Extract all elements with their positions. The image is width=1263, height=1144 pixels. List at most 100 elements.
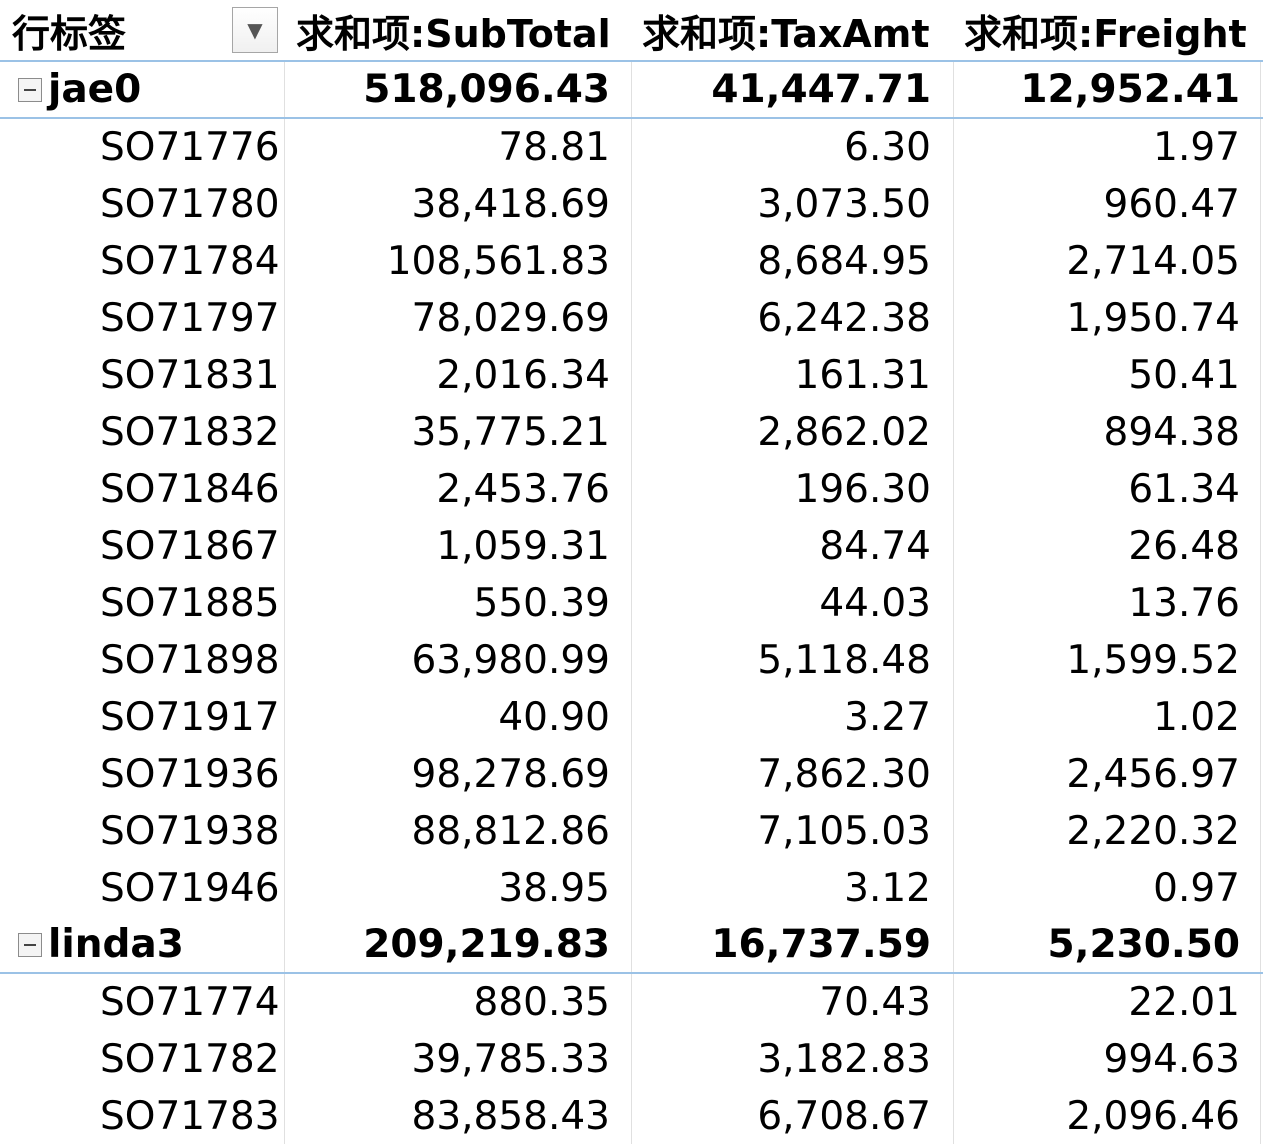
table-row[interactable]: SO71774 880.35 70.43 22.01 — [0, 974, 1263, 1031]
tax-cell[interactable]: 161.31 — [632, 347, 931, 404]
table-row[interactable]: SO71885 550.39 44.03 13.76 — [0, 575, 1263, 632]
freight-cell[interactable]: 2,456.97 — [954, 746, 1240, 803]
freight-cell[interactable]: 1,950.74 — [954, 290, 1240, 347]
subtotal-cell[interactable]: 98,278.69 — [284, 746, 611, 803]
subtotal-cell[interactable]: 78.81 — [284, 119, 610, 176]
subtotal-cell[interactable]: 38.95 — [284, 860, 610, 917]
freight-cell[interactable]: 26.48 — [954, 518, 1240, 575]
tax-cell[interactable]: 70.43 — [632, 974, 931, 1031]
table-row[interactable]: SO71782 39,785.33 3,182.83 994.63 — [0, 1031, 1263, 1088]
table-row[interactable]: SO71898 63,980.99 5,118.48 1,599.52 — [0, 632, 1263, 689]
tax-cell[interactable]: 6.30 — [632, 119, 931, 176]
freight-cell[interactable]: 894.38 — [954, 404, 1240, 461]
freight-cell[interactable]: 2,714.05 — [954, 233, 1240, 290]
subtotal-cell[interactable]: 2,453.76 — [284, 461, 610, 518]
subtotal-cell[interactable]: 78,029.69 — [284, 290, 611, 347]
freight-cell[interactable]: 960.47 — [954, 176, 1240, 233]
group-freight-cell[interactable]: 12,952.41 — [954, 62, 1240, 117]
group-freight-cell[interactable]: 5,230.50 — [954, 917, 1240, 972]
tax-cell[interactable]: 7,105.03 — [632, 803, 931, 860]
table-row[interactable]: SO71784 108,561.83 8,684.95 2,714.05 — [0, 233, 1263, 290]
order-id-cell[interactable]: SO71831 — [100, 347, 280, 404]
tax-cell[interactable]: 2,862.02 — [632, 404, 931, 461]
tax-cell[interactable]: 3.12 — [632, 860, 931, 917]
freight-cell[interactable]: 50.41 — [954, 347, 1240, 404]
order-id-cell[interactable]: SO71917 — [100, 689, 280, 746]
table-row[interactable]: SO71832 35,775.21 2,862.02 894.38 — [0, 404, 1263, 461]
subtotal-cell[interactable]: 2,016.34 — [284, 347, 610, 404]
group-row[interactable]: jae0 518,096.43 41,447.71 12,952.41 — [0, 62, 1263, 119]
order-id-cell[interactable]: SO71782 — [100, 1031, 280, 1088]
collapse-icon[interactable] — [18, 77, 42, 102]
group-tax-cell[interactable]: 41,447.71 — [632, 62, 931, 117]
table-row[interactable]: SO71938 88,812.86 7,105.03 2,220.32 — [0, 803, 1263, 860]
freight-cell[interactable]: 13.76 — [954, 575, 1240, 632]
table-row[interactable]: SO71846 2,453.76 196.30 61.34 — [0, 461, 1263, 518]
order-id-cell[interactable]: SO71885 — [100, 575, 280, 632]
freight-cell[interactable]: 994.63 — [954, 1031, 1240, 1088]
freight-cell[interactable]: 1,599.52 — [954, 632, 1240, 689]
table-row[interactable]: SO71797 78,029.69 6,242.38 1,950.74 — [0, 290, 1263, 347]
freight-cell[interactable]: 0.97 — [954, 860, 1240, 917]
freight-cell[interactable]: 1.97 — [954, 119, 1240, 176]
order-id-cell[interactable]: SO71774 — [100, 974, 280, 1031]
freight-cell[interactable]: 2,096.46 — [954, 1088, 1240, 1144]
order-id-cell[interactable]: SO71784 — [100, 233, 280, 290]
freight-cell[interactable]: 1.02 — [954, 689, 1240, 746]
tax-cell[interactable]: 196.30 — [632, 461, 931, 518]
subtotal-header[interactable]: 求和项:SubTotal — [296, 0, 622, 60]
order-id-cell[interactable]: SO71832 — [100, 404, 280, 461]
order-id-cell[interactable]: SO71783 — [100, 1088, 280, 1144]
group-label-cell[interactable]: linda3 — [12, 917, 280, 972]
subtotal-cell[interactable]: 35,775.21 — [284, 404, 611, 461]
order-id-cell[interactable]: SO71946 — [100, 860, 280, 917]
order-id-cell[interactable]: SO71938 — [100, 803, 280, 860]
group-label-cell[interactable]: jae0 — [12, 62, 280, 117]
tax-cell[interactable]: 3,182.83 — [632, 1031, 931, 1088]
freight-cell[interactable]: 61.34 — [954, 461, 1240, 518]
subtotal-cell[interactable]: 39,785.33 — [284, 1031, 611, 1088]
table-row[interactable]: SO71936 98,278.69 7,862.30 2,456.97 — [0, 746, 1263, 803]
subtotal-cell[interactable]: 83,858.43 — [284, 1088, 611, 1144]
order-id-cell[interactable]: SO71780 — [100, 176, 280, 233]
order-id-cell[interactable]: SO71797 — [100, 290, 280, 347]
subtotal-cell[interactable]: 108,561.83 — [284, 233, 610, 290]
tax-cell[interactable]: 5,118.48 — [632, 632, 931, 689]
tax-cell[interactable]: 3.27 — [632, 689, 931, 746]
taxamt-header[interactable]: 求和项:TaxAmt — [642, 0, 941, 60]
subtotal-cell[interactable]: 1,059.31 — [284, 518, 610, 575]
table-row[interactable]: SO71783 83,858.43 6,708.67 2,096.46 — [0, 1088, 1263, 1144]
group-subtotal-cell[interactable]: 209,219.83 — [284, 917, 610, 972]
tax-cell[interactable]: 8,684.95 — [632, 233, 931, 290]
table-row[interactable]: SO71867 1,059.31 84.74 26.48 — [0, 518, 1263, 575]
tax-cell[interactable]: 3,073.50 — [632, 176, 931, 233]
subtotal-cell[interactable]: 550.39 — [284, 575, 610, 632]
table-row[interactable]: SO71780 38,418.69 3,073.50 960.47 — [0, 176, 1263, 233]
order-id-cell[interactable]: SO71936 — [100, 746, 280, 803]
table-row[interactable]: SO71917 40.90 3.27 1.02 — [0, 689, 1263, 746]
table-row[interactable]: SO71831 2,016.34 161.31 50.41 — [0, 347, 1263, 404]
collapse-icon[interactable] — [18, 932, 42, 957]
tax-cell[interactable]: 6,708.67 — [632, 1088, 931, 1144]
freight-cell[interactable]: 22.01 — [954, 974, 1240, 1031]
group-tax-cell[interactable]: 16,737.59 — [632, 917, 931, 972]
tax-cell[interactable]: 44.03 — [632, 575, 931, 632]
freight-cell[interactable]: 2,220.32 — [954, 803, 1240, 860]
subtotal-cell[interactable]: 63,980.99 — [284, 632, 611, 689]
freight-header[interactable]: 求和项:Freight — [964, 0, 1250, 60]
order-id-cell[interactable]: SO71776 — [100, 119, 280, 176]
tax-cell[interactable]: 84.74 — [632, 518, 931, 575]
subtotal-cell[interactable]: 880.35 — [284, 974, 610, 1031]
order-id-cell[interactable]: SO71898 — [100, 632, 280, 689]
table-row[interactable]: SO71776 78.81 6.30 1.97 — [0, 119, 1263, 176]
group-subtotal-cell[interactable]: 518,096.43 — [284, 62, 610, 117]
table-row[interactable]: SO71946 38.95 3.12 0.97 — [0, 860, 1263, 917]
subtotal-cell[interactable]: 40.90 — [284, 689, 610, 746]
order-id-cell[interactable]: SO71846 — [100, 461, 280, 518]
subtotal-cell[interactable]: 38,418.69 — [284, 176, 611, 233]
tax-cell[interactable]: 6,242.38 — [632, 290, 931, 347]
subtotal-cell[interactable]: 88,812.86 — [284, 803, 611, 860]
group-row[interactable]: linda3 209,219.83 16,737.59 5,230.50 — [0, 917, 1263, 974]
tax-cell[interactable]: 7,862.30 — [632, 746, 931, 803]
order-id-cell[interactable]: SO71867 — [100, 518, 280, 575]
